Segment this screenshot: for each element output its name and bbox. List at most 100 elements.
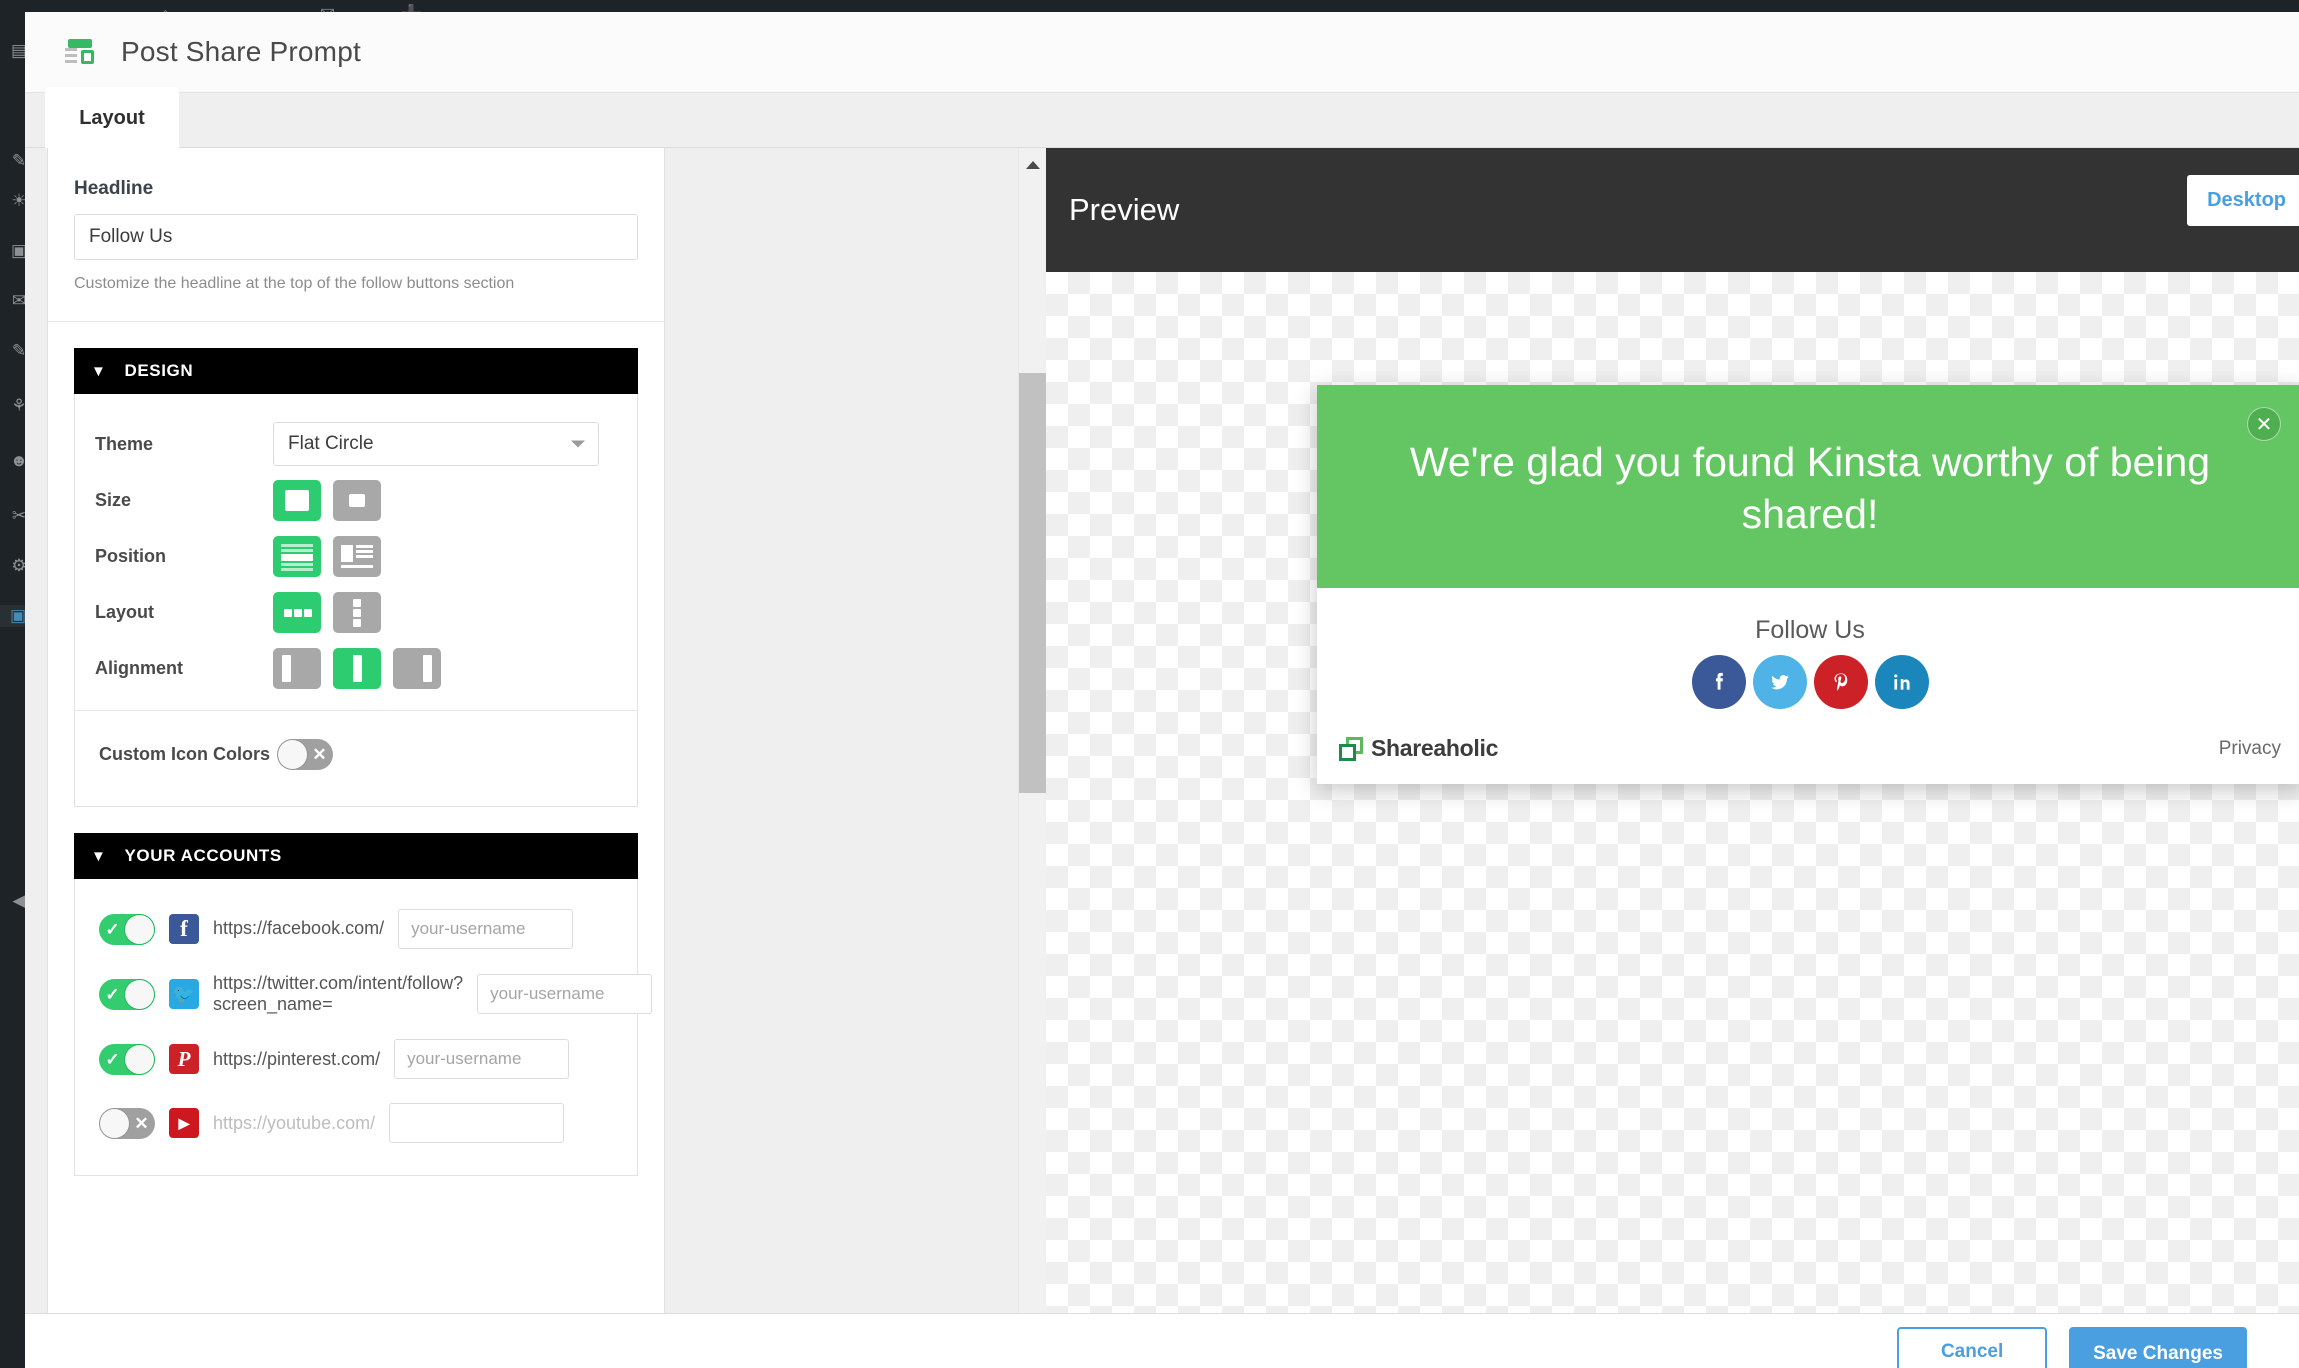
design-section-header[interactable]: ▼ DESIGN <box>74 348 638 394</box>
align-center-icon[interactable] <box>333 647 381 689</box>
device-toggle-button[interactable]: Desktop <box>2187 175 2299 226</box>
page-title: Post Share Prompt <box>121 36 361 67</box>
headline-input[interactable] <box>74 214 638 260</box>
position-fullwidth-icon[interactable] <box>273 535 321 577</box>
account-row-pinterest: ✓ P https://pinterest.com/ <box>95 1027 617 1091</box>
modal-action-bar: Cancel Save Changes <box>25 1313 2299 1368</box>
position-sidebar-icon[interactable] <box>333 535 381 577</box>
pinterest-icon[interactable] <box>1813 655 1868 710</box>
settings-card: Headline Customize the headline at the t… <box>47 148 665 1363</box>
position-row: Position <box>95 528 617 584</box>
close-icon[interactable]: ✕ <box>2247 407 2281 441</box>
twitter-icon: 🐦 <box>169 979 199 1010</box>
theme-selected-value: Flat Circle <box>288 433 374 454</box>
shareaholic-brand[interactable]: Shareaholic <box>1339 735 1498 762</box>
facebook-username-input[interactable] <box>398 909 574 949</box>
toggle-off-mark: ✕ <box>312 745 327 764</box>
toggle-knob <box>125 979 154 1009</box>
preview-header: Preview Desktop <box>1046 148 2299 272</box>
popup-social-icons <box>1317 655 2299 710</box>
accounts-section-title: YOUR ACCOUNTS <box>124 846 282 865</box>
cancel-button[interactable]: Cancel <box>1897 1327 2048 1368</box>
preview-title: Preview <box>1069 192 1180 227</box>
tab-layout[interactable]: Layout <box>45 87 179 149</box>
layout-label: Layout <box>95 601 155 622</box>
popup-headline: We're glad you found Kinsta worthy of be… <box>1409 439 2211 537</box>
preview-canvas: ✕ We're glad you found Kinsta worthy of … <box>1046 272 2299 1368</box>
modal-titlebar: Post Share Prompt <box>25 12 2299 93</box>
modal-content: Headline Customize the headline at the t… <box>25 148 2299 1368</box>
twitter-enable-toggle[interactable]: ✓ <box>99 978 155 1010</box>
youtube-username-input[interactable] <box>389 1103 565 1144</box>
twitter-username-input[interactable] <box>477 974 653 1015</box>
privacy-link[interactable]: Privacy <box>2219 738 2281 760</box>
toggle-knob <box>100 1108 129 1138</box>
theme-select[interactable]: Flat Circle <box>273 422 599 466</box>
accounts-section-body: ✓ f https://facebook.com/ ✓ <box>74 879 653 1177</box>
chevron-down-icon: ▼ <box>91 362 107 380</box>
align-right-icon[interactable] <box>393 647 441 689</box>
align-left-icon[interactable] <box>273 647 321 689</box>
size-row: Size <box>95 472 617 528</box>
theme-label: Theme <box>95 433 154 454</box>
account-row-twitter: ✓ 🐦 https://twitter.com/intent/follow?sc… <box>95 961 653 1027</box>
custom-icon-colors-label: Custom Icon Colors <box>99 744 271 764</box>
pinterest-username-input[interactable] <box>394 1039 570 1080</box>
headline-label: Headline <box>74 178 154 199</box>
linkedin-icon[interactable] <box>1874 655 1929 710</box>
youtube-url-prefix: https://youtube.com/ <box>213 1112 376 1133</box>
layout-vertical-icon[interactable] <box>333 591 381 633</box>
layout-horizontal-icon[interactable] <box>273 591 321 633</box>
twitter-url-prefix: https://twitter.com/intent/follow?screen… <box>213 973 464 1015</box>
post-share-prompt-modal: Post Share Prompt Layout Headline Custom… <box>25 12 2299 1368</box>
toggle-on-mark: ✓ <box>105 1049 120 1069</box>
share-prompt-logo-icon <box>65 37 95 67</box>
account-row-facebook: ✓ f https://facebook.com/ <box>95 897 617 961</box>
custom-icon-colors-row: Custom Icon Colors ✕ <box>95 711 617 790</box>
accounts-section: ▼ YOUR ACCOUNTS ✓ f https://facebook.com… <box>74 833 653 1177</box>
facebook-url-prefix: https://facebook.com/ <box>213 918 385 939</box>
facebook-icon: f <box>169 914 199 944</box>
accounts-section-header[interactable]: ▼ YOUR ACCOUNTS <box>74 833 638 879</box>
twitter-icon[interactable] <box>1752 655 1807 710</box>
popup-follow-label: Follow Us <box>1755 616 1865 645</box>
toggle-knob <box>125 1044 154 1074</box>
design-section: ▼ DESIGN Theme Flat Circle Size Position… <box>74 348 638 807</box>
facebook-icon[interactable] <box>1691 655 1746 710</box>
chevron-down-icon <box>571 440 585 448</box>
alignment-row: Alignment <box>95 640 617 696</box>
shareaholic-logo-icon <box>1339 736 1363 761</box>
settings-scrollbar[interactable] <box>1018 148 1046 1368</box>
toggle-knob <box>125 914 154 944</box>
save-button[interactable]: Save Changes <box>2069 1327 2247 1368</box>
settings-panel: Headline Customize the headline at the t… <box>25 148 987 1368</box>
toggle-on-mark: ✓ <box>105 984 120 1004</box>
layout-row: Layout <box>95 584 617 640</box>
headline-field-block: Headline Customize the headline at the t… <box>48 148 664 322</box>
preview-panel: Preview Desktop ✕ We're glad you found K… <box>1046 148 2299 1368</box>
youtube-enable-toggle[interactable]: ✕ <box>99 1107 155 1139</box>
design-section-title: DESIGN <box>124 361 194 380</box>
chevron-down-icon: ▼ <box>91 847 107 865</box>
pinterest-enable-toggle[interactable]: ✓ <box>99 1043 155 1075</box>
popup-footer: Shareaholic Privacy <box>1317 709 2299 784</box>
share-prompt-popup: ✕ We're glad you found Kinsta worthy of … <box>1317 385 2299 785</box>
tab-bar: Layout <box>25 87 2299 149</box>
youtube-icon: ▶ <box>169 1108 199 1139</box>
theme-row: Theme Flat Circle <box>95 416 617 472</box>
toggle-on-mark: ✓ <box>105 919 120 939</box>
popup-header: ✕ We're glad you found Kinsta worthy of … <box>1317 385 2299 589</box>
scroll-up-arrow-icon[interactable] <box>1026 161 1040 169</box>
size-large-icon[interactable] <box>273 479 321 521</box>
toggle-knob <box>278 740 307 769</box>
custom-icon-colors-toggle[interactable]: ✕ <box>277 739 333 770</box>
facebook-enable-toggle[interactable]: ✓ <box>99 913 155 945</box>
toggle-off-mark: ✕ <box>134 1113 149 1133</box>
size-label: Size <box>95 489 132 510</box>
size-small-icon[interactable] <box>333 479 381 521</box>
pinterest-icon: P <box>169 1044 199 1075</box>
popup-body: Follow Us <box>1317 588 2299 710</box>
account-row-youtube: ✕ ▶ https://youtube.com/ <box>95 1091 617 1155</box>
position-label: Position <box>95 545 166 566</box>
scrollbar-thumb[interactable] <box>1019 373 1046 793</box>
